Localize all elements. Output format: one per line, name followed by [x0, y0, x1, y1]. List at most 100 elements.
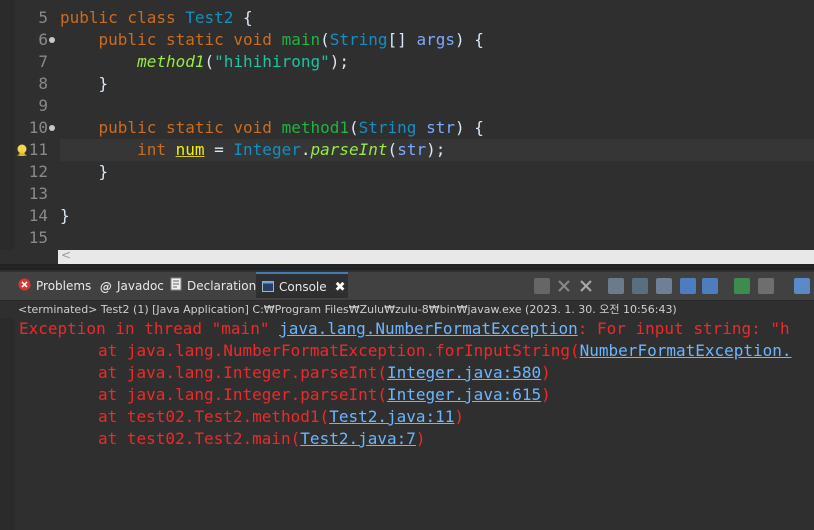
terminate-icon[interactable] [534, 278, 550, 294]
stack-frame-text: ) [454, 407, 465, 426]
annotation-ruler [0, 0, 14, 250]
code-area[interactable]: public class Test2 { public static void … [60, 0, 814, 250]
console-process-status: <terminated> Test2 (1) [Java Application… [0, 301, 814, 318]
clear-console-icon[interactable] [608, 278, 624, 294]
tab-label: Javadoc [117, 279, 164, 293]
keyword: public static void [98, 118, 282, 137]
keyword: int [137, 140, 176, 159]
code-text: ); [329, 52, 349, 71]
line-number: 6 [38, 30, 48, 49]
console-line: Exception in thread "main" java.lang.Num… [19, 318, 790, 340]
code-text: } [60, 206, 70, 225]
code-line-current[interactable]: int num = Integer.parseInt(str); [60, 139, 814, 161]
code-line[interactable]: method1("hihihirong"); [60, 51, 814, 73]
tab-problems[interactable]: Problems [18, 272, 91, 300]
stack-frame-text: at java.lang.NumberFormatException.forIn… [98, 341, 580, 360]
javadoc-icon: @ [100, 279, 112, 294]
code-line[interactable]: public class Test2 { [60, 7, 814, 29]
stack-frame-link[interactable]: Test2.java:7 [300, 429, 416, 448]
line-number: 8 [38, 74, 48, 93]
stack-frame-link[interactable]: Integer.java:580 [387, 363, 541, 382]
horizontal-scrollbar[interactable]: < [58, 248, 814, 264]
exception-link[interactable]: java.lang.NumberFormatException [279, 319, 578, 338]
stack-frame-text: ) [541, 385, 551, 404]
close-icon[interactable]: ✖ [335, 275, 346, 301]
code-editor[interactable]: 5 6 7 8 9 10 11 12 13 14 15 public class… [0, 0, 814, 270]
code-text: = [204, 140, 234, 159]
code-text: ) { [454, 30, 484, 49]
stack-frame-text: at java.lang.Integer.parseInt( [98, 385, 387, 404]
show-on-stdout-icon[interactable] [680, 278, 696, 294]
class-name: Integer [233, 140, 301, 159]
tab-label: Problems [36, 279, 92, 293]
code-line[interactable]: } [60, 161, 814, 183]
scroll-left-arrow-icon[interactable]: < [61, 248, 71, 262]
tab-declaration[interactable]: Declaration [170, 272, 256, 300]
word-wrap-icon[interactable] [656, 278, 672, 294]
line-number: 7 [38, 52, 48, 71]
unused-variable-warning[interactable]: num [176, 140, 205, 159]
display-console-icon[interactable] [758, 278, 774, 294]
stack-frame-text: ) [541, 363, 551, 382]
line-number: 5 [38, 8, 48, 27]
stack-frame-text: at test02.Test2.method1( [98, 407, 330, 426]
tab-javadoc[interactable]: @ Javadoc [100, 272, 164, 300]
open-console-icon[interactable] [794, 278, 810, 294]
code-text: ( [387, 140, 398, 159]
code-text: ( [204, 52, 215, 71]
stack-frame-text: at test02.Test2.main( [98, 429, 301, 448]
line-number: 9 [38, 96, 48, 115]
static-method-call: parseInt [310, 140, 388, 159]
stack-frame-link[interactable]: Integer.java:615 [387, 385, 541, 404]
code-line[interactable]: public static void main(String[] args) { [60, 29, 814, 51]
stack-frame-text: at java.lang.Integer.parseInt( [98, 363, 387, 382]
code-line[interactable]: } [60, 73, 814, 95]
console-ruler [0, 318, 14, 530]
problems-icon [18, 273, 31, 301]
console-line: at java.lang.Integer.parseInt(Integer.ja… [98, 362, 551, 384]
keyword: public class [60, 8, 186, 27]
declaration-icon [170, 273, 182, 301]
parameter: str [426, 118, 455, 137]
console-output[interactable]: Exception in thread "main" java.lang.Num… [14, 318, 814, 530]
remove-launch-icon[interactable] [556, 278, 572, 294]
scroll-lock-icon[interactable] [632, 278, 648, 294]
show-on-stderr-icon[interactable] [702, 278, 718, 294]
parameter: args [416, 30, 455, 49]
code-text: { [233, 8, 253, 27]
fold-toggle-icon[interactable] [49, 37, 55, 43]
line-number: 14 [28, 206, 48, 225]
code-text: ( [320, 30, 330, 49]
pane-divider[interactable] [0, 264, 814, 270]
fold-toggle-icon[interactable] [49, 125, 55, 131]
console-line: at java.lang.Integer.parseInt(Integer.ja… [98, 384, 551, 406]
console-line: at test02.Test2.main(Test2.java:7) [98, 428, 426, 450]
keyword: public static void [98, 30, 282, 49]
code-text: } [98, 74, 109, 93]
tab-label: Console [279, 280, 327, 294]
string-literal: "hihihirong" [214, 52, 330, 71]
stack-frame-link[interactable]: NumberFormatException. [580, 341, 792, 360]
method-name: method1 [281, 118, 349, 137]
code-text: ) { [454, 118, 484, 137]
remove-all-terminated-icon[interactable] [578, 278, 594, 294]
line-number: 15 [28, 228, 48, 247]
code-line[interactable]: } [60, 205, 814, 227]
tab-console[interactable]: Console ✖ [256, 272, 348, 298]
tab-label: Declaration [187, 279, 257, 293]
method-name: main [281, 30, 321, 49]
code-line[interactable]: public static void method1(String str) { [60, 117, 814, 139]
stack-frame-link[interactable]: Test2.java:11 [329, 407, 454, 426]
parameter: str [397, 140, 427, 159]
console-line: at test02.Test2.method1(Test2.java:11) [98, 406, 464, 428]
pin-console-icon[interactable] [734, 278, 750, 294]
exception-text: : For input string: "h [577, 319, 790, 338]
warning-lightbulb-icon[interactable] [16, 143, 28, 157]
code-text: [] [387, 30, 417, 49]
line-number-gutter: 5 6 7 8 9 10 11 12 13 14 15 [14, 0, 58, 250]
method-call: method1 [137, 52, 205, 71]
line-number: 12 [28, 162, 48, 181]
code-text: ); [426, 140, 446, 159]
console-line: at java.lang.NumberFormatException.forIn… [98, 340, 792, 362]
